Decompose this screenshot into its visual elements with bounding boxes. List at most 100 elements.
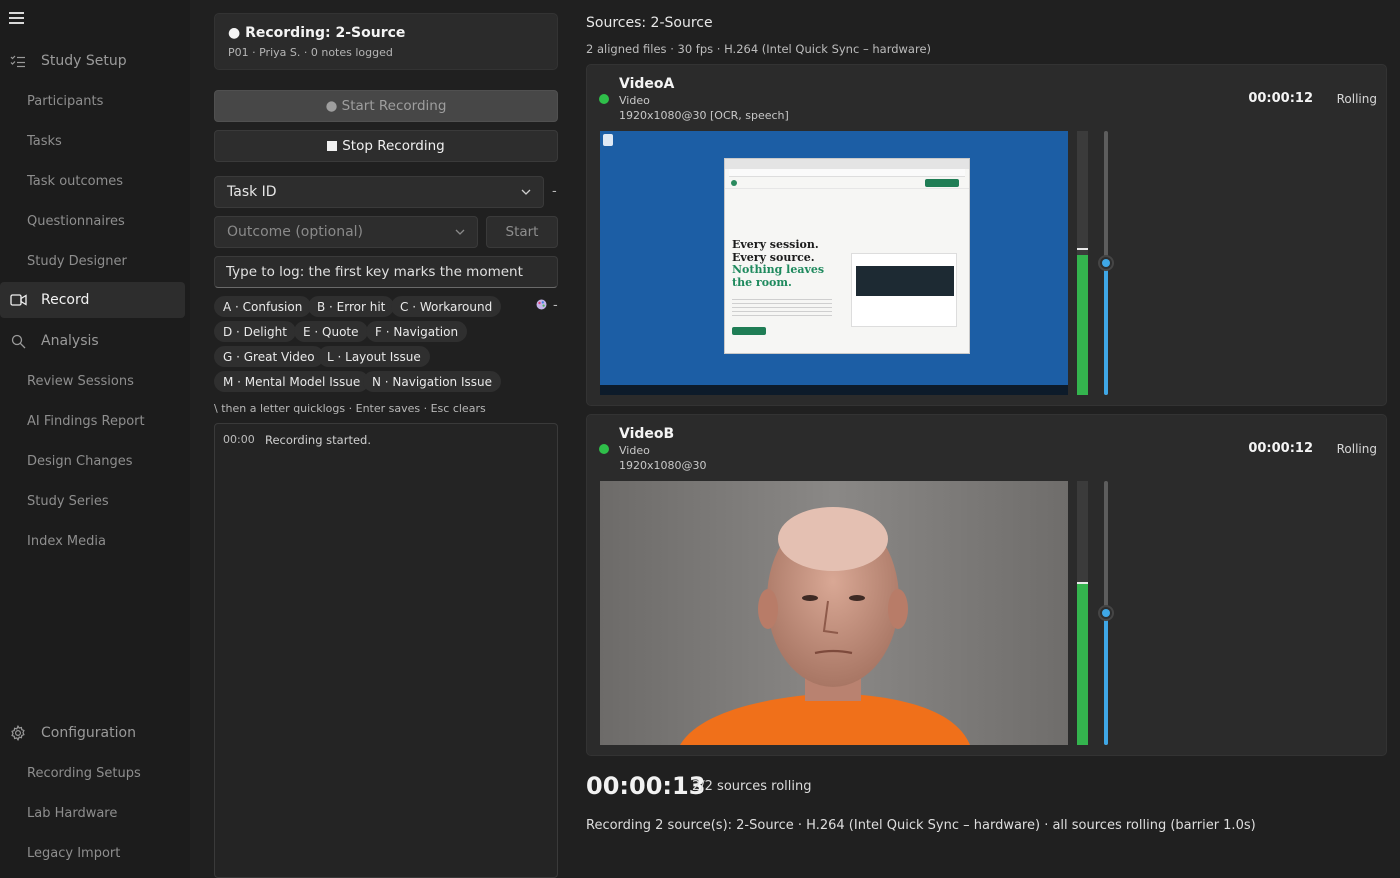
sidebar-item-label: Index Media <box>27 533 106 549</box>
task-start-button[interactable]: Start <box>486 216 558 248</box>
site-headline: Every session. Every source. Nothing lea… <box>732 238 825 289</box>
quicklog-chip-layout-issue[interactable]: L · Layout Issue <box>318 346 430 367</box>
list-icon <box>9 53 27 69</box>
quicklog-chip-navigation-issue[interactable]: N · Navigation Issue <box>363 371 501 392</box>
volume-slider-knob[interactable] <box>1098 605 1114 621</box>
sources-rolling-status: 2/2 sources rolling <box>692 779 812 794</box>
sidebar-item-study-designer[interactable]: Study Designer <box>0 243 185 279</box>
sidebar-item-tasks[interactable]: Tasks <box>0 123 185 159</box>
sidebar-group-analysis[interactable]: Analysis <box>0 323 185 359</box>
sidebar-item-label: Tasks <box>27 133 62 149</box>
volume-slider-knob[interactable] <box>1098 255 1114 271</box>
source-state: Rolling <box>1336 442 1377 456</box>
audio-peak-marker <box>1077 247 1088 250</box>
site-dashboard-panel <box>856 266 954 296</box>
status-dot <box>599 444 609 454</box>
palette-icon[interactable] <box>536 299 547 310</box>
task-select-value: Task ID <box>227 184 277 200</box>
sidebar-item-task-outcomes[interactable]: Task outcomes <box>0 163 185 199</box>
task-dash: - <box>552 184 557 199</box>
browser-tabbar <box>725 159 969 169</box>
sidebar-item-review-sessions[interactable]: Review Sessions <box>0 363 185 399</box>
volume-slider-fill <box>1104 263 1108 395</box>
quicklog-chip-delight[interactable]: D · Delight <box>214 321 296 342</box>
sidebar-item-label: AI Findings Report <box>27 413 145 429</box>
sidebar-item-questionnaires[interactable]: Questionnaires <box>0 203 185 239</box>
quicklog-chip-navigation[interactable]: F · Navigation <box>366 321 468 342</box>
source-name: VideoB <box>619 426 675 442</box>
sidebar-item-label: Task outcomes <box>27 173 124 189</box>
volume-slider[interactable] <box>1098 481 1114 745</box>
log-input[interactable] <box>214 256 558 288</box>
source-time: 00:00:12 <box>1248 91 1313 106</box>
stop-recording-button[interactable]: Stop Recording <box>214 130 558 162</box>
sidebar-item-participants[interactable]: Participants <box>0 83 185 119</box>
recording-clock: 00:00:13 <box>586 772 706 800</box>
sidebar-item-label: Review Sessions <box>27 373 134 389</box>
quicklog-chip-quote[interactable]: E · Quote <box>294 321 368 342</box>
stop-recording-label: Stop Recording <box>342 138 445 154</box>
chips-dash: - <box>553 298 558 313</box>
sidebar-group-label: Analysis <box>41 333 99 349</box>
browser-addressbar <box>729 169 965 177</box>
sidebar-item-record[interactable]: Record <box>0 282 185 318</box>
sidebar-item-recording-setups[interactable]: Recording Setups <box>0 755 185 791</box>
recording-title: ● Recording: 2-Source <box>228 25 406 41</box>
source-kind: Video <box>619 444 650 457</box>
quicklog-chip-workaround[interactable]: C · Workaround <box>391 296 502 317</box>
sidebar-group-configuration[interactable]: Configuration <box>0 715 185 751</box>
task-select[interactable]: Task ID <box>214 176 544 208</box>
site-headline-accent: the room. <box>732 275 792 289</box>
log-entry: 00:00 Recording started. <box>223 433 371 447</box>
start-recording-button[interactable]: ● Start Recording <box>214 90 558 122</box>
source-resolution: 1920x1080@30 <box>619 459 707 472</box>
recording-subtitle: P01 · Priya S. · 0 notes logged <box>228 46 393 59</box>
sidebar-item-lab-hardware[interactable]: Lab Hardware <box>0 795 185 831</box>
outcome-select[interactable]: Outcome (optional) <box>214 216 478 248</box>
sidebar-group-label: Configuration <box>41 725 136 741</box>
audio-level-fill <box>1077 255 1088 395</box>
webcam-frame <box>600 481 1068 745</box>
sidebar-item-label: Recording Setups <box>27 765 141 781</box>
stop-icon <box>327 141 338 151</box>
volume-slider[interactable] <box>1098 131 1114 395</box>
sidebar-group-study-setup[interactable]: Study Setup <box>0 43 185 79</box>
source-card-videoa: VideoA Video 1920x1080@30 [OCR, speech] … <box>586 64 1387 406</box>
taskbar <box>600 385 1068 395</box>
recording-info-card: ● Recording: 2-Source P01 · Priya S. · 0… <box>214 13 558 70</box>
gear-icon <box>9 725 27 741</box>
audio-level-fill <box>1077 583 1088 745</box>
sidebar-item-label: Participants <box>27 93 104 109</box>
sidebar-item-label: Design Changes <box>27 453 133 469</box>
source-name: VideoA <box>619 76 675 92</box>
site-dashboard-mock <box>851 253 957 327</box>
sources-subtitle: 2 aligned files · 30 fps · H.264 (Intel … <box>586 42 932 56</box>
volume-slider-fill <box>1104 613 1108 745</box>
source-card-videob: VideoB Video 1920x1080@30 00:00:12 Rolli… <box>586 414 1387 756</box>
source-state: Rolling <box>1336 92 1377 106</box>
audio-level-meter <box>1077 131 1088 395</box>
site-primary-button <box>732 327 766 335</box>
log-entry-time: 00:00 <box>223 433 255 446</box>
start-recording-label: ● Start Recording <box>325 98 447 114</box>
sidebar-item-index-media[interactable]: Index Media <box>0 523 185 559</box>
quicklog-chip-confusion[interactable]: A · Confusion <box>214 296 312 317</box>
log-list[interactable]: 00:00 Recording started. <box>214 423 558 878</box>
recording-status-line: Recording 2 source(s): 2-Source · H.264 … <box>586 818 1256 833</box>
sources-title: Sources: 2-Source <box>586 15 713 31</box>
sidebar-item-label: Legacy Import <box>27 845 121 861</box>
site-headline-accent: Nothing leaves <box>732 263 825 276</box>
sidebar-item-design-changes[interactable]: Design Changes <box>0 443 185 479</box>
site-cta <box>925 179 959 187</box>
sidebar-item-legacy-import[interactable]: Legacy Import <box>0 835 185 871</box>
quicklog-chip-mental-model-issue[interactable]: M · Mental Model Issue <box>214 371 370 392</box>
quicklog-chip-great-video[interactable]: G · Great Video <box>214 346 324 367</box>
source-resolution: 1920x1080@30 [OCR, speech] <box>619 109 789 122</box>
sidebar-item-study-series[interactable]: Study Series <box>0 483 185 519</box>
status-dot <box>599 94 609 104</box>
quicklog-chip-error-hit[interactable]: B · Error hit <box>308 296 395 317</box>
sidebar-item-label: Record <box>41 292 90 308</box>
hamburger-icon[interactable] <box>9 12 25 26</box>
sidebar-item-ai-findings-report[interactable]: AI Findings Report <box>0 403 185 439</box>
chevron-down-icon <box>521 189 531 195</box>
